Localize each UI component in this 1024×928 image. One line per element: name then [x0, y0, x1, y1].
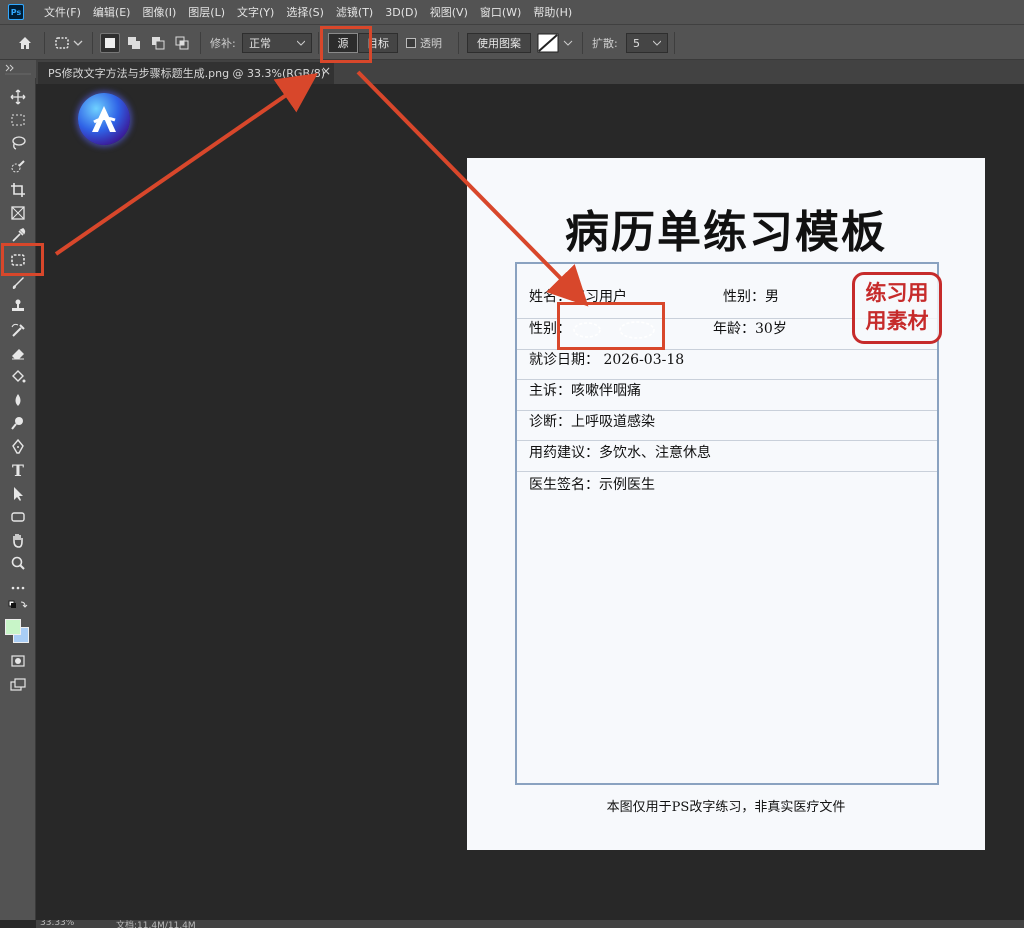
stamp-line-1: 练习用 [865, 280, 929, 305]
divider [200, 32, 201, 54]
patient-age: 年龄：30岁 [713, 321, 787, 337]
divider [674, 32, 675, 54]
menu-3d[interactable]: 3D(D) [379, 6, 424, 19]
diffusion-label: 扩散: [592, 37, 618, 50]
menu-image[interactable]: 图像(I) [136, 4, 182, 20]
document-canvas[interactable]: 病历单练习模板 姓名：练习用户 性别：男 性别： 年龄：30岁 就诊日期： 20… [467, 158, 985, 850]
crop-tool-icon[interactable] [6, 179, 30, 201]
rectangle-tool-icon[interactable] [6, 506, 30, 528]
history-brush-icon[interactable] [6, 319, 30, 341]
diffusion-value: 5 [633, 36, 640, 50]
diffusion-dropdown[interactable]: 5 [626, 33, 668, 53]
diagnosis: 诊断：上呼吸道感染 [529, 414, 655, 430]
dodge-tool-icon[interactable] [6, 412, 30, 434]
zoom-level[interactable]: 33.33% [40, 920, 74, 928]
marquee-tool-icon[interactable] [6, 109, 30, 131]
new-selection-mode-button[interactable] [100, 33, 120, 53]
use-pattern-button[interactable]: 使用图案 [467, 33, 531, 53]
path-selection-icon[interactable] [6, 483, 30, 505]
document-info[interactable]: 文档:11.4M/11.4M [116, 920, 196, 928]
status-bar: 33.33% 文档:11.4M/11.4M [36, 920, 1024, 928]
clone-stamp-icon[interactable] [6, 295, 30, 317]
menu-help[interactable]: 帮助(H) [527, 4, 578, 20]
chevron-down-icon [653, 40, 661, 46]
more-tools-icon[interactable] [6, 577, 30, 599]
patch-label: 修补: [210, 37, 236, 50]
hand-tool-icon[interactable] [6, 529, 30, 551]
blur-tool-icon[interactable] [6, 389, 30, 411]
highlight-source-button [320, 26, 372, 63]
record-title: 病历单练习模板 [565, 207, 887, 258]
chevron-down-icon [297, 40, 305, 46]
eraser-icon[interactable] [6, 342, 30, 364]
document-tab[interactable]: PS修改文字方法与步骤标题生成.png @ 33.3%(RGB/8) [38, 62, 334, 84]
photoshop-logo-icon[interactable]: Ps [8, 4, 24, 20]
foreground-color-swatch[interactable] [5, 619, 21, 635]
menu-window[interactable]: 窗口(W) [474, 4, 527, 20]
patch-mode-dropdown[interactable]: 正常 [242, 33, 312, 53]
row-divider [517, 471, 937, 472]
paint-bucket-icon[interactable] [6, 366, 30, 388]
medication-advice: 用药建议：多饮水、注意休息 [529, 445, 711, 461]
highlight-patch-tool [1, 243, 44, 276]
intersect-selection-mode-button[interactable] [172, 33, 192, 53]
practice-stamp: 练习用 用素材 [852, 272, 942, 344]
transparent-checkbox[interactable]: 透明 [406, 33, 442, 53]
close-icon[interactable]: × [321, 64, 331, 78]
type-tool-icon[interactable]: T [6, 459, 30, 481]
chief-complaint: 主诉：咳嗽伴咽痛 [529, 383, 641, 399]
options-bar: 修补: 正常 源 目标 透明 使用图案 扩散: 5 [0, 24, 1024, 60]
disclaimer-note: 本图仅用于PS改字练习，非真实医疗文件 [606, 800, 846, 815]
menu-select[interactable]: 选择(S) [280, 4, 330, 20]
doctor-signature: 医生签名：示例医生 [529, 477, 655, 493]
subtract-selection-mode-button[interactable] [148, 33, 168, 53]
divider [582, 32, 583, 54]
checkbox-box [406, 38, 416, 48]
menu-edit[interactable]: 编辑(E) [87, 4, 137, 20]
lasso-tool-icon[interactable] [6, 132, 30, 154]
home-icon[interactable] [12, 33, 38, 53]
menu-filter[interactable]: 滤镜(T) [330, 4, 379, 20]
quick-mask-icon[interactable] [6, 650, 30, 672]
menu-layer[interactable]: 图层(L) [182, 4, 231, 20]
highlight-selection-area [557, 302, 665, 350]
document-tab-title: PS修改文字方法与步骤标题生成.png @ 33.3%(RGB/8) [48, 67, 325, 80]
screen-mode-icon[interactable] [6, 674, 30, 696]
divider [458, 32, 459, 54]
frame-tool-icon[interactable] [6, 202, 30, 224]
document-tab-bar: PS修改文字方法与步骤标题生成.png @ 33.3%(RGB/8) × [36, 60, 1024, 84]
visit-date: 就诊日期： 2026-03-18 [529, 352, 685, 368]
site-logo-icon [78, 93, 130, 145]
collapse-arrows-icon [5, 64, 31, 75]
patch-tool-preset-icon[interactable] [52, 33, 86, 53]
divider [92, 32, 93, 54]
pattern-picker[interactable] [537, 33, 575, 53]
transparent-label: 透明 [420, 37, 442, 50]
menu-type[interactable]: 文字(Y) [231, 4, 280, 20]
pen-tool-icon[interactable] [6, 436, 30, 458]
zoom-tool-icon[interactable] [6, 552, 30, 574]
default-colors-icon[interactable] [6, 599, 30, 613]
menu-view[interactable]: 视图(V) [424, 4, 474, 20]
divider [318, 32, 319, 54]
patch-mode-value: 正常 [249, 37, 271, 50]
row-divider [517, 440, 937, 441]
patient-gender: 性别：男 [723, 289, 779, 305]
stamp-line-2: 用素材 [865, 308, 929, 333]
add-selection-mode-button[interactable] [124, 33, 144, 53]
move-tool-icon[interactable] [6, 86, 30, 108]
toolbar-header[interactable] [0, 60, 36, 78]
menu-file[interactable]: 文件(F) [38, 4, 87, 20]
tools-panel: T [0, 78, 36, 920]
quick-selection-icon[interactable] [6, 156, 30, 178]
menu-bar: Ps 文件(F) 编辑(E) 图像(I) 图层(L) 文字(Y) 选择(S) 滤… [0, 0, 1024, 24]
divider [44, 32, 45, 54]
